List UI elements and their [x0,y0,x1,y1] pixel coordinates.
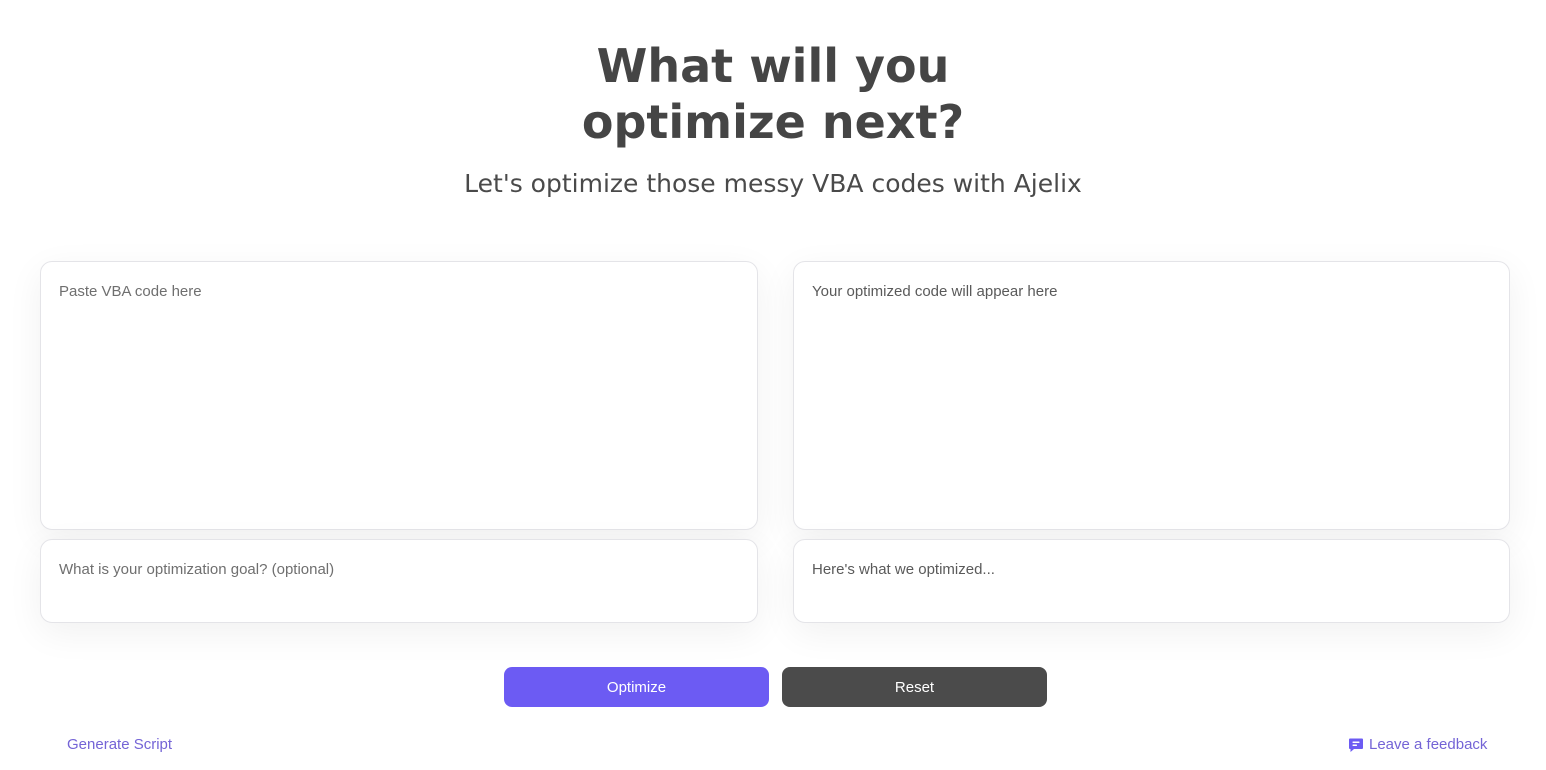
leave-feedback-label: Leave a feedback [1369,736,1488,753]
optimized-code-output: Your optimized code will appear here [793,261,1510,530]
optimizer-page: What will you optimize next? Let's optim… [0,0,1546,770]
optimize-button[interactable]: Optimize [504,667,769,707]
vba-code-input[interactable] [40,261,758,530]
generate-script-link[interactable]: Generate Script [67,734,172,756]
leave-feedback-link[interactable]: Leave a feedback [1348,734,1487,756]
page-subtitle: Let's optimize those messy VBA codes wit… [464,169,1082,198]
optimization-goal-input[interactable] [40,539,758,623]
page-title-line-1: What will you [596,39,950,93]
optimization-notes-output: Here's what we optimized... [793,539,1510,623]
chat-bubble-icon [1348,737,1364,753]
reset-button[interactable]: Reset [782,667,1047,707]
page-title: What will you optimize next? [0,38,1546,150]
page-title-line-2: optimize next? [581,95,965,149]
